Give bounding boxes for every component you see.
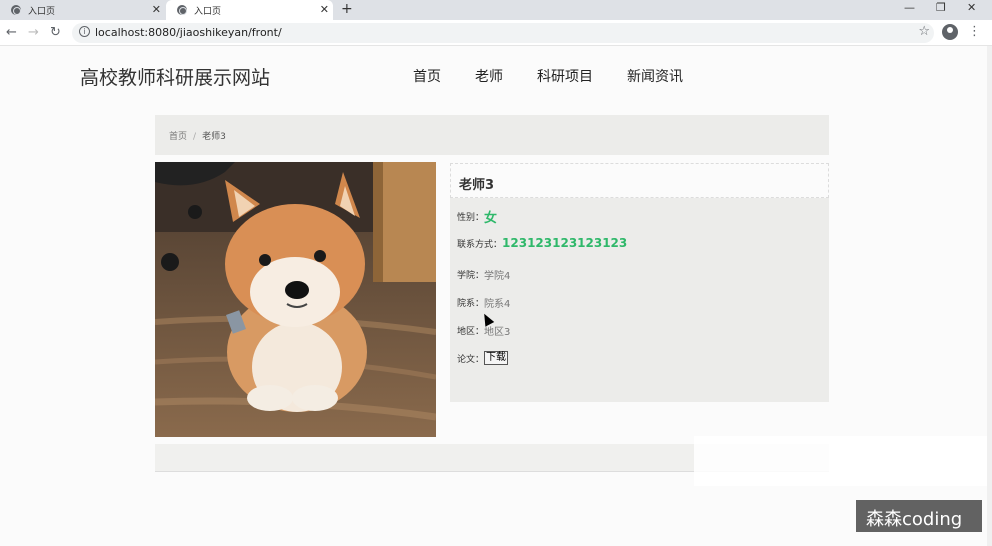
- teacher-photo: [155, 162, 436, 437]
- gender-value: 女: [484, 211, 498, 226]
- nav-home[interactable]: 首页: [413, 66, 441, 86]
- site-title: 高校教师科研展示网站: [80, 67, 271, 89]
- tab-title: 入口页: [194, 6, 222, 17]
- tab-title: 入口页: [28, 6, 56, 17]
- close-window-icon[interactable]: ✕: [967, 1, 976, 14]
- globe-icon: [177, 5, 187, 15]
- close-tab-icon[interactable]: ✕: [320, 3, 329, 16]
- url-text[interactable]: localhost:8080/jiaoshikeyan/front/: [95, 26, 282, 39]
- college-row: 学院： 学院4: [457, 267, 510, 282]
- bookmark-star-icon[interactable]: ☆: [918, 24, 930, 39]
- new-tab-icon[interactable]: +: [341, 1, 353, 17]
- profile-icon[interactable]: [942, 24, 958, 40]
- breadcrumb: 首页 / 老师3: [155, 115, 829, 155]
- contact-row: 联系方式： 123123123123123: [457, 236, 627, 250]
- dept-value: 院系4: [484, 299, 511, 310]
- college-label: 学院：: [457, 271, 485, 281]
- breadcrumb-home[interactable]: 首页: [169, 132, 187, 142]
- teacher-details: 老师3 性别： 女 联系方式： 123123123123123 学院： 学院4 …: [450, 163, 829, 402]
- browser-tab-strip: 入口页 ✕ 入口页 ✕ + — ❐ ✕: [0, 0, 992, 20]
- info-icon[interactable]: i: [79, 26, 90, 37]
- close-tab-icon[interactable]: ✕: [152, 3, 161, 16]
- contact-label: 联系方式：: [457, 239, 503, 250]
- nav-teachers[interactable]: 老师: [475, 66, 503, 86]
- browser-tab-active[interactable]: 入口页 ✕: [166, 0, 333, 20]
- minimize-icon[interactable]: —: [904, 1, 915, 14]
- college-value: 学院4: [484, 271, 511, 282]
- dept-row: 院系： 院系4: [457, 295, 510, 310]
- breadcrumb-current: 老师3: [202, 132, 226, 142]
- back-icon[interactable]: ←: [6, 25, 17, 40]
- paper-row: 论文： 下载: [457, 351, 509, 365]
- scrollbar[interactable]: [987, 46, 992, 546]
- gender-row: 性别： 女: [457, 207, 497, 226]
- browser-tab[interactable]: 入口页 ✕: [0, 0, 165, 20]
- contact-value: 123123123123123: [502, 236, 628, 250]
- restore-icon[interactable]: ❐: [936, 1, 946, 14]
- dog-photo-illustration: [155, 162, 436, 437]
- gender-label: 性别：: [457, 213, 485, 223]
- site-nav: 首页 老师 科研项目 新闻资讯: [413, 66, 717, 86]
- nav-projects[interactable]: 科研项目: [537, 66, 593, 86]
- paper-label: 论文：: [457, 354, 485, 365]
- address-bar[interactable]: i localhost:8080/jiaoshikeyan/front/ ☆: [72, 23, 934, 43]
- menu-icon[interactable]: ⋮: [968, 24, 981, 39]
- download-button[interactable]: 下载: [484, 351, 509, 365]
- forward-icon[interactable]: →: [28, 25, 39, 40]
- breadcrumb-separator: /: [193, 132, 197, 142]
- address-toolbar: ← → ↻ i localhost:8080/jiaoshikeyan/fron…: [0, 20, 992, 46]
- video-overlay-blur: [694, 436, 987, 486]
- region-label: 地区：: [457, 327, 485, 337]
- teacher-name: 老师3: [450, 163, 829, 198]
- reload-icon[interactable]: ↻: [50, 25, 61, 40]
- nav-news[interactable]: 新闻资讯: [627, 66, 683, 86]
- dept-label: 院系：: [457, 299, 485, 309]
- watermark: 森森coding: [856, 500, 982, 532]
- globe-icon: [11, 5, 21, 15]
